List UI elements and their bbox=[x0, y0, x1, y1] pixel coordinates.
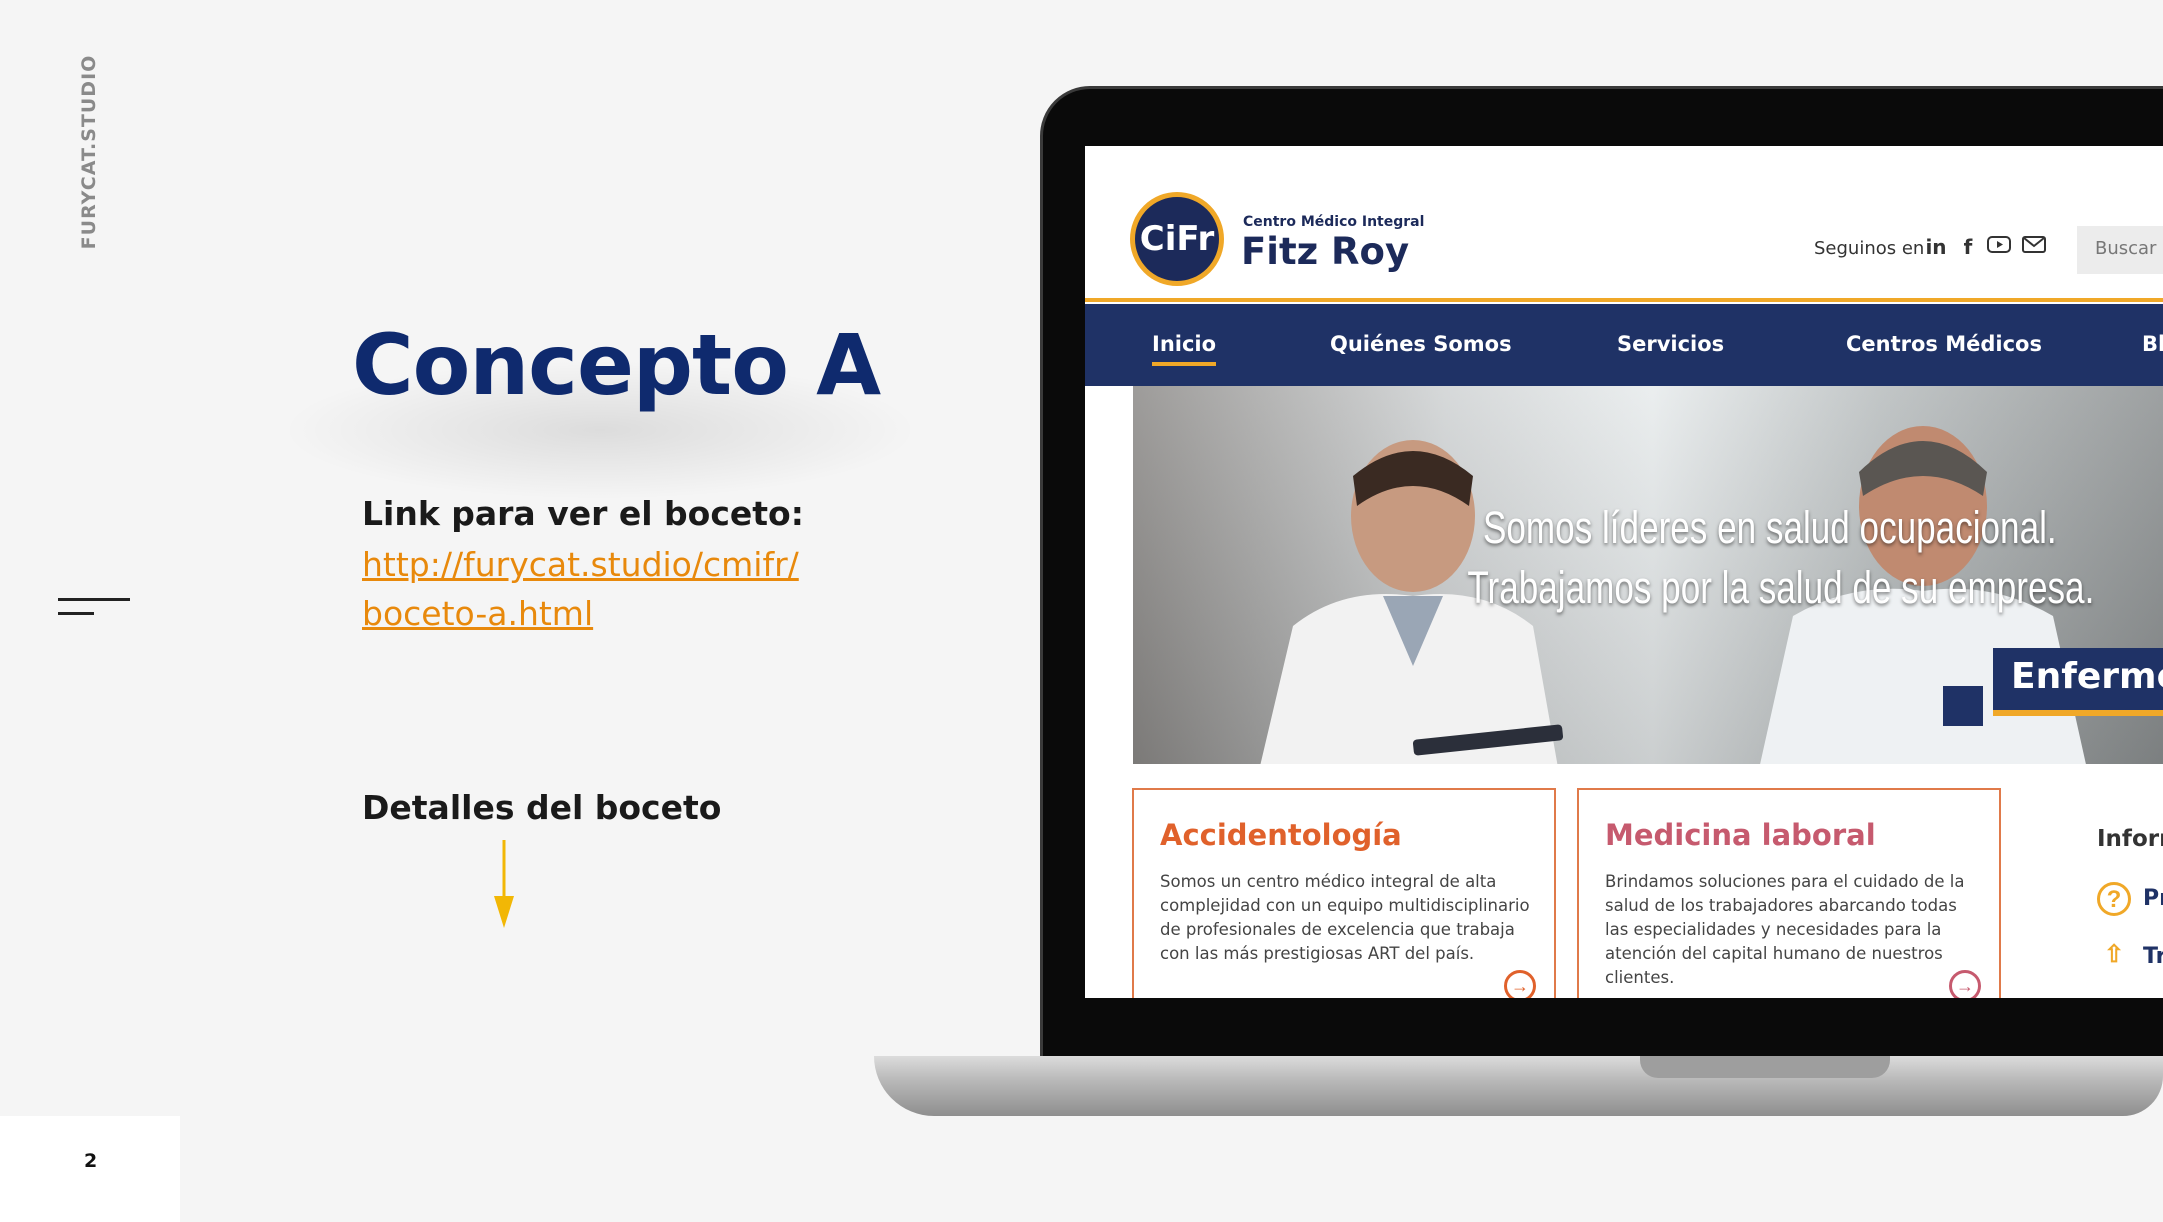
logo-subtitle: Centro Médico Integral bbox=[1243, 214, 1425, 230]
card-title: Medicina laboral bbox=[1605, 818, 1876, 852]
laptop-base bbox=[874, 1056, 2163, 1116]
logo-mark[interactable]: CiFr bbox=[1130, 192, 1224, 286]
sketch-link-line2[interactable]: boceto-a.html bbox=[362, 594, 593, 633]
mail-icon[interactable] bbox=[2021, 234, 2047, 260]
nav-item-inicio[interactable]: Inicio bbox=[1152, 332, 1217, 366]
site-header: CiFr Centro Médico Integral Fitz Roy Seg… bbox=[1085, 146, 2163, 302]
card-text: Brindamos soluciones para el cuidado de … bbox=[1605, 872, 1965, 987]
hero-headline: Somos líderes en salud ocupacional. Trab… bbox=[1467, 498, 2094, 618]
arrow-down-icon bbox=[494, 840, 514, 928]
linkedin-icon[interactable]: in bbox=[1923, 234, 1949, 260]
logo-name[interactable]: Fitz Roy bbox=[1241, 230, 1409, 273]
hero-tag-underline bbox=[1993, 710, 2163, 716]
nav-item-servicios[interactable]: Servicios bbox=[1617, 332, 1724, 356]
info-item-2[interactable]: Tr bbox=[2143, 944, 2163, 969]
card-accidentologia[interactable]: Accidentología Somos un centro médico in… bbox=[1132, 788, 1556, 998]
nav-item-centros-medicos[interactable]: Centros Médicos bbox=[1846, 332, 2042, 356]
laptop-screen: CiFr Centro Médico Integral Fitz Roy Seg… bbox=[1085, 146, 2163, 998]
card-text: Somos un centro médico integral de alta … bbox=[1160, 872, 1530, 963]
facebook-icon[interactable]: f bbox=[1955, 234, 1981, 260]
slide-title: Concepto A bbox=[352, 316, 881, 414]
arrow-right-icon[interactable]: → bbox=[1949, 970, 1981, 998]
follow-label: Seguinos en bbox=[1814, 238, 1925, 259]
nav-item-quienes-somos[interactable]: Quiénes Somos bbox=[1330, 332, 1512, 356]
brand-vertical-text: FURYCAT.STUDIO bbox=[78, 54, 100, 250]
nav-item-blog[interactable]: Bl bbox=[2142, 332, 2163, 356]
question-icon: ? bbox=[2097, 882, 2131, 916]
upload-icon: ⇧ bbox=[2103, 941, 2125, 968]
hero-line-2: Trabajamos por la salud de su empresa. bbox=[1467, 562, 2095, 613]
hero-line-1: Somos líderes en salud ocupacional. bbox=[1483, 502, 2057, 553]
hero-tag[interactable]: Enfermerí bbox=[1993, 648, 2163, 710]
info-title: Inforn bbox=[2097, 826, 2163, 852]
card-medicina-laboral[interactable]: Medicina laboral Brindamos soluciones pa… bbox=[1577, 788, 2001, 998]
site-nav: Inicio Quiénes Somos Servicios Centros M… bbox=[1085, 304, 2163, 386]
menu-lines-icon bbox=[56, 596, 130, 620]
hero-banner: Somos líderes en salud ocupacional. Trab… bbox=[1133, 386, 2163, 764]
arrow-right-icon[interactable]: → bbox=[1504, 970, 1536, 998]
presentation-slide: FURYCAT.STUDIO 2 Concepto A Link para ve… bbox=[0, 0, 2163, 1222]
sketch-link-line1[interactable]: http://furycat.studio/cmifr/ bbox=[362, 545, 799, 584]
laptop-notch bbox=[1640, 1056, 1890, 1078]
sketch-link[interactable]: http://furycat.studio/cmifr/ boceto-a.ht… bbox=[362, 540, 842, 638]
link-label: Link para ver el boceto: bbox=[362, 494, 804, 533]
page-number: 2 bbox=[84, 1150, 98, 1172]
youtube-icon[interactable] bbox=[1986, 234, 2012, 260]
brand-vertical-label: FURYCAT.STUDIO bbox=[64, 52, 114, 252]
search-input[interactable]: Buscar e bbox=[2077, 226, 2163, 274]
details-label: Detalles del boceto bbox=[362, 788, 722, 827]
card-title: Accidentología bbox=[1160, 818, 1402, 852]
info-item-1[interactable]: Pr bbox=[2143, 886, 2163, 911]
